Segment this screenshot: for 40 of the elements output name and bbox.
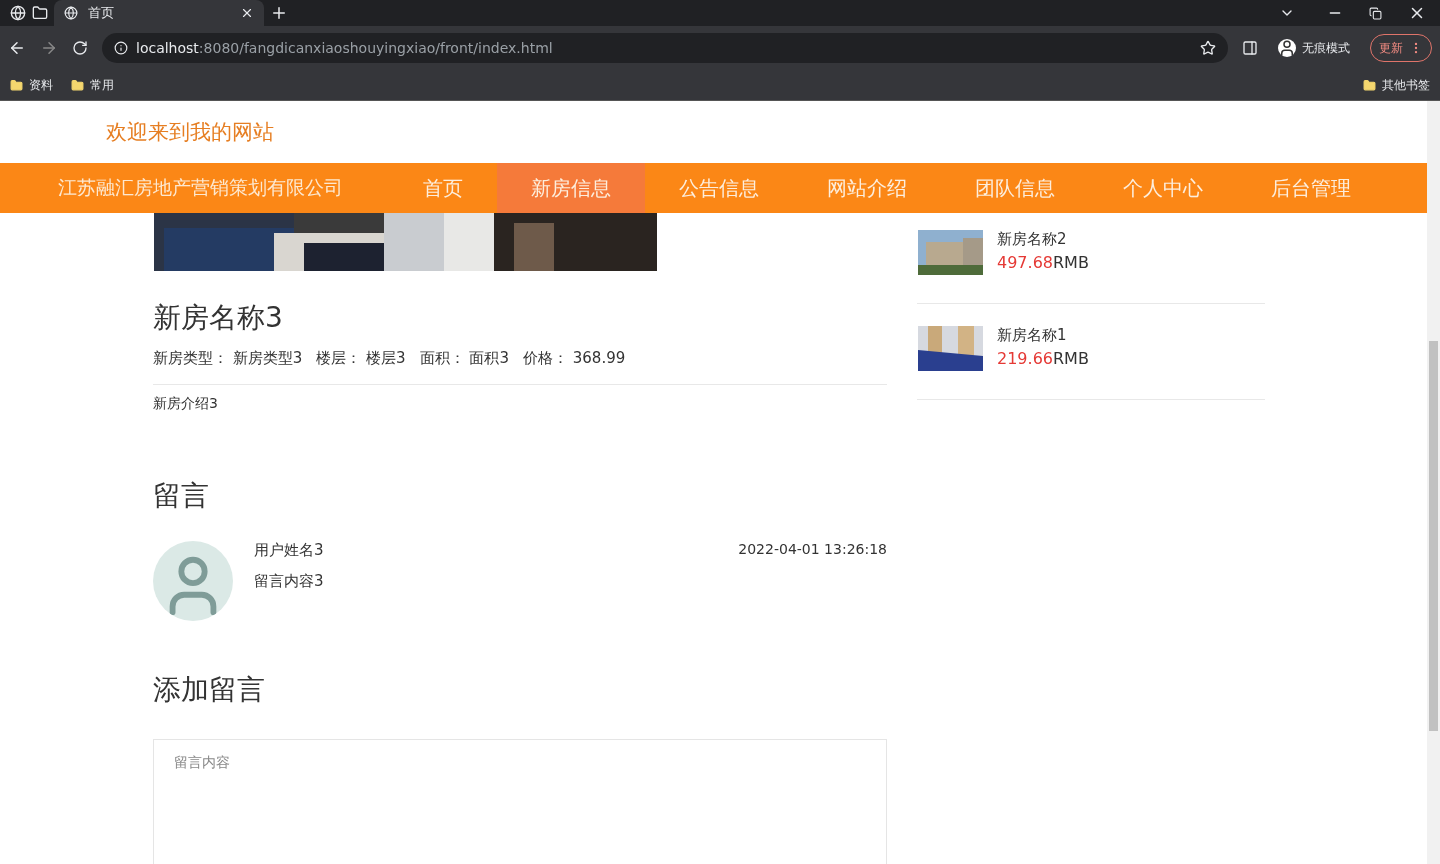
house-name[interactable]: 新房名称1 — [997, 326, 1089, 345]
bookmark[interactable]: 资料 — [10, 76, 53, 94]
url-text: localhost:8080/fangdicanxiaoshouyingxiao/front/index.html — [136, 40, 553, 56]
new-tab-icon[interactable] — [270, 4, 288, 22]
comment-time: 2022-04-01 13:26:18 — [738, 541, 887, 559]
scrollbar[interactable] — [1427, 101, 1440, 864]
brand-name: 江苏融汇房地产营销策划有限公司 — [57, 175, 344, 200]
bookmark[interactable]: 常用 — [71, 76, 114, 94]
comment-field[interactable]: 留言内容 — [153, 739, 887, 864]
folder-icon — [10, 78, 23, 92]
profile-button[interactable]: 无痕模式 — [1272, 37, 1356, 59]
user-name: 用户姓名3 — [254, 541, 325, 560]
info-icon[interactable] — [114, 41, 128, 55]
section-heading: 留言 — [153, 478, 210, 514]
house-intro: 新房介绍3 — [153, 395, 219, 413]
globe-icon[interactable] — [10, 5, 26, 21]
restore-icon[interactable] — [1369, 6, 1382, 20]
side-panel-icon[interactable] — [1242, 40, 1258, 56]
globe-icon — [64, 6, 78, 20]
star-icon[interactable] — [1200, 40, 1216, 56]
back-icon[interactable] — [8, 39, 26, 57]
bookmark[interactable]: 其他书签 — [1363, 76, 1430, 94]
house-detail: 楼层： 楼层3 — [316, 349, 406, 368]
house-title: 新房名称3 — [153, 300, 284, 336]
forward-icon[interactable] — [40, 39, 58, 57]
comment-text: 留言内容3 — [254, 572, 325, 591]
house-price: 219.66RMB — [997, 349, 1089, 368]
folder-icon — [1363, 78, 1376, 92]
house-detail: 价格： 368.99 — [523, 349, 626, 368]
reload-icon[interactable] — [72, 40, 88, 56]
folder-icon — [71, 78, 84, 92]
house-price: 497.68RMB — [997, 253, 1089, 272]
house-name[interactable]: 新房名称2 — [997, 230, 1089, 249]
section-heading: 添加留言 — [153, 672, 266, 708]
browser-tab[interactable]: 首页 — [54, 0, 264, 26]
close-tab-icon[interactable] — [240, 6, 254, 20]
welcome-text: 欢迎来到我的网站 — [105, 119, 275, 146]
address-bar[interactable]: localhost:8080/fangdicanxiaoshouyingxiao/front/index.html — [102, 33, 1228, 63]
house-detail: 面积： 面积3 — [419, 349, 509, 368]
house-detail: 新房类型： 新房类型3 — [153, 349, 303, 368]
